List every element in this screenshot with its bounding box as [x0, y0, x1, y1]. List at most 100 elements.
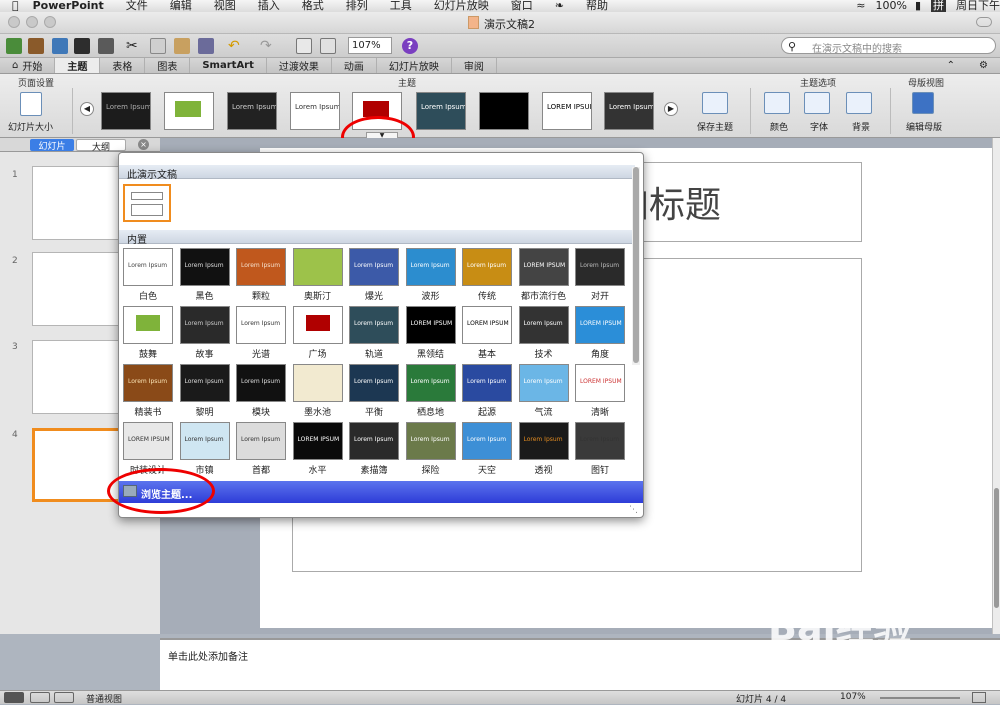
tab-home[interactable]: ⌂ 开始 — [0, 58, 56, 73]
toolbar-toggle-button[interactable] — [976, 17, 992, 27]
scrollbar-thumb[interactable] — [994, 488, 999, 608]
menu-insert[interactable]: 插入 — [258, 0, 280, 12]
colors-button[interactable]: 颜色 — [770, 120, 788, 133]
fit-window-icon[interactable] — [972, 692, 986, 703]
normal-view-icon[interactable] — [4, 692, 24, 703]
vertical-scrollbar[interactable] — [992, 138, 1000, 634]
ribbon-theme-thumb[interactable] — [164, 92, 214, 130]
clock[interactable]: 周日下午 — [956, 0, 1000, 12]
menu-file[interactable]: 文件 — [126, 0, 148, 12]
gallery-next-button[interactable]: ▶ — [664, 102, 678, 116]
redo-icon[interactable]: ↷ — [260, 38, 276, 54]
current-theme-thumb[interactable] — [123, 184, 171, 222]
theme-option[interactable]: Lorem Ipsum 对开 — [574, 248, 626, 303]
templates-icon[interactable] — [28, 38, 44, 54]
background-icon[interactable] — [846, 92, 872, 114]
theme-option[interactable]: LOREM IPSUM 都市流行色 — [518, 248, 570, 303]
theme-option[interactable]: 鼓舞 — [122, 306, 174, 361]
theme-option[interactable]: Lorem Ipsum 首都 — [235, 422, 287, 477]
theme-option[interactable]: 墨水池 — [292, 364, 344, 419]
gallery-icon[interactable] — [296, 38, 312, 54]
ribbon-theme-thumb[interactable]: LOREM IPSUM — [542, 92, 592, 130]
menu-edit[interactable]: 编辑 — [170, 0, 192, 12]
menu-view[interactable]: 视图 — [214, 0, 236, 12]
theme-option[interactable]: Lorem Ipsum 黎明 — [179, 364, 231, 419]
tab-themes[interactable]: 主题 — [55, 58, 101, 73]
theme-option[interactable]: Lorem Ipsum 传统 — [461, 248, 513, 303]
ribbon-theme-thumb[interactable]: Lorem Ipsum — [227, 92, 277, 130]
tab-outline[interactable]: 大纲 — [76, 139, 126, 153]
theme-option[interactable]: Lorem Ipsum 探险 — [405, 422, 457, 477]
theme-option[interactable]: Lorem Ipsum 市镇 — [179, 422, 231, 477]
tab-charts[interactable]: 图表 — [145, 58, 191, 73]
format-painter-icon[interactable] — [198, 38, 214, 54]
theme-option[interactable]: Lorem Ipsum 模块 — [235, 364, 287, 419]
theme-option[interactable]: Lorem Ipsum 精装书 — [122, 364, 174, 419]
gallery-prev-button[interactable]: ◀ — [80, 102, 94, 116]
edit-master-icon[interactable] — [912, 92, 934, 114]
theme-option[interactable]: LOREM IPSUM 黑领结 — [405, 306, 457, 361]
tab-slides[interactable]: 幻灯片 — [30, 139, 74, 152]
theme-option[interactable]: Lorem Ipsum 栖息地 — [405, 364, 457, 419]
battery-icon[interactable]: ▮ — [915, 0, 921, 12]
theme-option[interactable]: LOREM IPSUM 基本 — [461, 306, 513, 361]
background-button[interactable]: 背景 — [852, 120, 870, 133]
edit-master-button[interactable]: 编辑母版 — [906, 120, 942, 133]
theme-option[interactable]: 广场 — [292, 306, 344, 361]
theme-option[interactable]: Lorem Ipsum 透视 — [518, 422, 570, 477]
undo-icon[interactable]: ↶ — [228, 38, 244, 54]
wifi-icon[interactable]: ≈ — [856, 0, 865, 12]
app-menu[interactable]: PowerPoint — [33, 0, 104, 12]
zoom-slider[interactable] — [880, 697, 960, 699]
tab-tables[interactable]: 表格 — [100, 58, 146, 73]
sidebar-icon[interactable] — [320, 38, 336, 54]
tab-transitions[interactable]: 过渡效果 — [267, 58, 332, 73]
theme-option[interactable]: LOREM IPSUM 清晰 — [574, 364, 626, 419]
menu-arrange[interactable]: 排列 — [346, 0, 368, 12]
open-icon[interactable] — [52, 38, 68, 54]
theme-option[interactable]: Lorem Ipsum 技术 — [518, 306, 570, 361]
save-icon[interactable] — [74, 38, 90, 54]
tab-smartart[interactable]: SmartArt — [190, 58, 267, 73]
copy-icon[interactable] — [150, 38, 166, 54]
theme-option[interactable]: Lorem Ipsum 颗粒 — [235, 248, 287, 303]
slideshow-view-icon[interactable] — [54, 692, 74, 703]
resize-grip-icon[interactable]: ⋱ — [629, 505, 638, 515]
collapse-ribbon-icon[interactable]: ⌃ — [935, 58, 967, 73]
menu-format[interactable]: 格式 — [302, 0, 324, 12]
theme-option[interactable]: Lorem Ipsum 天空 — [461, 422, 513, 477]
theme-option[interactable]: Lorem Ipsum 轨道 — [348, 306, 400, 361]
ribbon-theme-thumb[interactable] — [479, 92, 529, 130]
close-pane-icon[interactable]: × — [138, 139, 149, 150]
minimize-window-button[interactable] — [26, 16, 38, 28]
print-icon[interactable] — [98, 38, 114, 54]
theme-option[interactable]: Lorem Ipsum 起源 — [461, 364, 513, 419]
save-theme-icon[interactable] — [702, 92, 728, 114]
ribbon-theme-thumb[interactable]: Lorem Ipsum — [604, 92, 654, 130]
search-input[interactable]: 在演示文稿中的搜索 — [781, 37, 996, 55]
tab-review[interactable]: 审阅 — [452, 58, 497, 73]
save-theme-button[interactable]: 保存主题 — [697, 120, 733, 133]
help-icon[interactable]: ? — [402, 38, 418, 54]
fonts-icon[interactable] — [804, 92, 830, 114]
theme-option[interactable]: Lorem Ipsum 平衡 — [348, 364, 400, 419]
tab-slideshow[interactable]: 幻灯片放映 — [377, 58, 452, 73]
battery-label[interactable]: 100% — [875, 0, 906, 12]
theme-option[interactable]: Lorem Ipsum 光谱 — [235, 306, 287, 361]
popup-scroll-thumb[interactable] — [633, 167, 639, 363]
theme-option[interactable]: Lorem Ipsum 白色 — [122, 248, 174, 303]
theme-option[interactable]: Lorem Ipsum 图钉 — [574, 422, 626, 477]
popup-scrollbar[interactable] — [632, 167, 640, 365]
slide-size-button[interactable]: 幻灯片大小 — [8, 120, 53, 133]
ime-indicator[interactable]: 拼 — [931, 0, 946, 12]
theme-option[interactable]: Lorem Ipsum 素描簿 — [348, 422, 400, 477]
cut-icon[interactable]: ✂ — [126, 38, 142, 54]
theme-option[interactable]: Lorem Ipsum 气流 — [518, 364, 570, 419]
ribbon-theme-thumb[interactable]: Lorem Ipsum — [101, 92, 151, 130]
sorter-view-icon[interactable] — [30, 692, 50, 703]
theme-option[interactable]: 奥斯汀 — [292, 248, 344, 303]
ribbon-theme-thumb[interactable]: Lorem Ipsum — [416, 92, 466, 130]
close-window-button[interactable] — [8, 16, 20, 28]
ribbon-settings-icon[interactable]: ⚙ — [967, 58, 1000, 73]
colors-icon[interactable] — [764, 92, 790, 114]
